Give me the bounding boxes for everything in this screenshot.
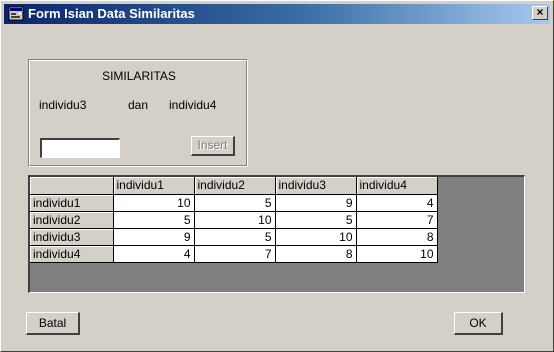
ok-button[interactable]: OK	[454, 312, 503, 335]
column-header[interactable]: individu2	[194, 177, 276, 195]
form-window: Form Isian Data Similaritas × SIMILARITA…	[0, 0, 554, 352]
grid-cell[interactable]: 5	[194, 194, 276, 212]
grid-cell[interactable]: 7	[356, 211, 438, 229]
grid-cell[interactable]: 9	[113, 228, 195, 246]
grid-corner-cell	[30, 177, 114, 195]
grid-cell[interactable]: 8	[356, 228, 438, 246]
table-row: individu4 4 7 8 10	[30, 245, 438, 263]
conjunction-label: dan	[128, 98, 149, 112]
form-icon	[8, 6, 24, 21]
column-header[interactable]: individu4	[356, 177, 438, 195]
close-icon: ×	[536, 5, 544, 19]
grid-cell[interactable]: 5	[275, 211, 357, 229]
row-header[interactable]: individu1	[30, 194, 114, 212]
row-header[interactable]: individu3	[30, 228, 114, 246]
grid-cell[interactable]: 10	[356, 245, 438, 263]
second-individual-label: individu4	[169, 98, 217, 112]
grid-cell[interactable]: 10	[275, 228, 357, 246]
first-individual-label: individu3	[39, 98, 87, 112]
table-row: individu1 10 5 9 4	[30, 194, 438, 212]
grid-cell[interactable]: 10	[194, 211, 276, 229]
grid-cell[interactable]: 7	[194, 245, 276, 263]
insert-button[interactable]: Insert	[191, 136, 235, 156]
column-header[interactable]: individu1	[113, 177, 195, 195]
table-row: individu2 5 10 5 7	[30, 211, 438, 229]
similaritas-group: SIMILARITAS individu3 dan individu4 Inse…	[28, 59, 248, 167]
column-header[interactable]: individu3	[275, 177, 357, 195]
grid-cell[interactable]: 10	[113, 194, 195, 212]
table-row: individu3 9 5 10 8	[30, 228, 438, 246]
similarity-grid[interactable]: individu1 individu2 individu3 individu4 …	[28, 175, 525, 293]
grid-cell[interactable]: 5	[113, 211, 195, 229]
grid-cell[interactable]: 5	[194, 228, 276, 246]
grid-cell[interactable]: 4	[356, 194, 438, 212]
grid-cell[interactable]: 4	[113, 245, 195, 263]
close-button[interactable]: ×	[532, 6, 548, 20]
batal-button[interactable]: Batal	[26, 312, 80, 335]
grid-cell[interactable]: 8	[275, 245, 357, 263]
title-bar[interactable]: Form Isian Data Similaritas ×	[4, 4, 550, 24]
row-header[interactable]: individu2	[30, 211, 114, 229]
similarity-value-input[interactable]	[40, 138, 120, 158]
window-title: Form Isian Data Similaritas	[28, 6, 195, 21]
grid-header-row: individu1 individu2 individu3 individu4	[30, 177, 438, 195]
similaritas-title: SIMILARITAS	[102, 69, 176, 83]
similarity-table: individu1 individu2 individu3 individu4 …	[30, 177, 438, 263]
row-header[interactable]: individu4	[30, 245, 114, 263]
grid-cell[interactable]: 9	[275, 194, 357, 212]
